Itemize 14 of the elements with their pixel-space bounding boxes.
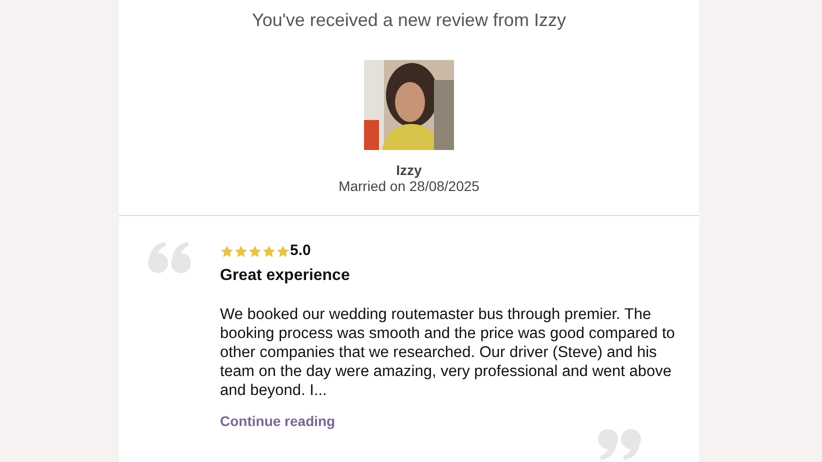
star-icon	[262, 244, 276, 258]
star-icon	[220, 244, 234, 258]
review-text: We booked our wedding routemaster bus through premier. The booking process was smooth and the price was good compared to other companies that we researched. Our driver (Steve) and his team on the day were amazing, very professional and went above and beyond. I...	[220, 305, 676, 400]
opening-quote-icon	[148, 242, 191, 273]
wedding-date: Married on 28/08/2025	[338, 178, 480, 194]
reviewer-name: Izzy	[396, 162, 422, 178]
closing-quote-icon	[598, 429, 641, 460]
continue-reading-link[interactable]: Continue reading	[220, 413, 336, 429]
star-icon	[248, 244, 262, 258]
rating-value: 5.0	[290, 242, 311, 260]
review-title: Great experience	[220, 266, 351, 286]
star-icon	[234, 244, 248, 258]
email-heading: You've received a new review from Izzy	[252, 9, 566, 32]
star-icon	[276, 244, 290, 258]
